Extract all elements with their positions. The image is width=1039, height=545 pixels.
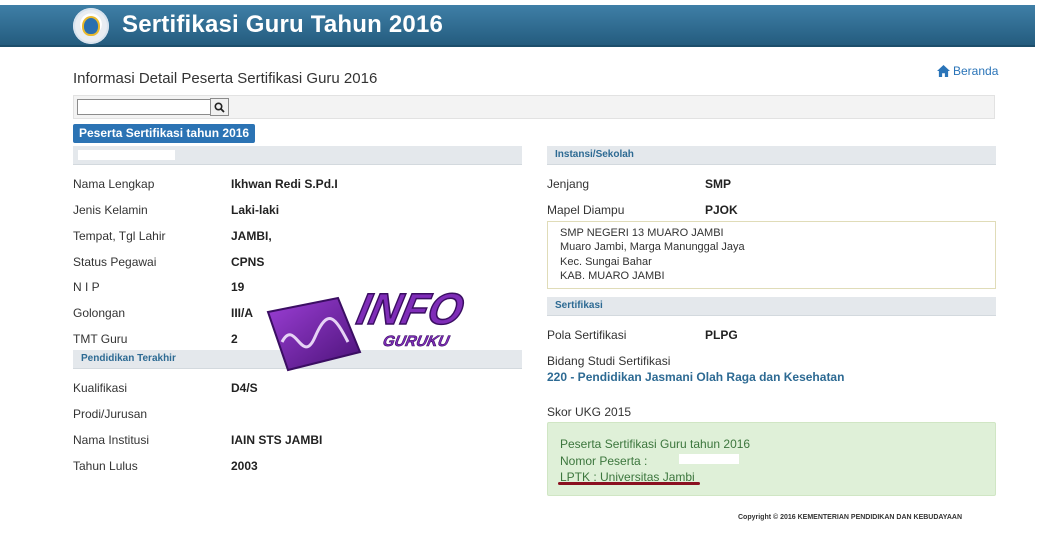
status-line: Peserta Sertifikasi Guru tahun 2016 (560, 437, 751, 451)
field-value: CPNS (231, 255, 265, 269)
certification-status-box: Peserta Sertifikasi Guru tahun 2016 Nomo… (547, 422, 996, 496)
address-line: Muaro Jambi, Marga Manunggal Jaya (560, 241, 745, 253)
status-line: Nomor Peserta : (560, 454, 648, 468)
home-link[interactable]: Beranda (937, 64, 998, 78)
field-value: 2 (231, 332, 238, 346)
field-value: SMP (705, 177, 732, 191)
address-line: KAB. MUARO JAMBI (560, 270, 665, 282)
address-line: Kec. Sungai Bahar (560, 256, 652, 268)
search-bar (73, 95, 995, 119)
field-label: Skor UKG 2015 (547, 405, 632, 419)
field-label: Prodi/Jurusan (73, 407, 148, 421)
home-icon (937, 65, 950, 77)
search-button[interactable] (210, 98, 229, 116)
watermark-text-1: INFO (353, 285, 468, 333)
field-label: Mapel Diampu (547, 203, 625, 217)
field-value: JAMBI, (231, 229, 272, 243)
watermark-text-2: GURUKU (381, 333, 451, 350)
field-label: Pola Sertifikasi (547, 328, 627, 342)
field-label: TMT Guru (73, 332, 128, 346)
field-label: Kualifikasi (73, 381, 128, 395)
highlight-underline (558, 482, 700, 485)
field-value: Ikhwan Redi S.Pd.I (231, 177, 338, 191)
search-input[interactable] (77, 99, 211, 115)
field-label: Tahun Lulus (73, 459, 138, 473)
bidang-studi-value: 220 - Pendidikan Jasmani Olah Raga dan K… (547, 370, 845, 384)
field-label: Jenis Kelamin (73, 203, 148, 217)
field-label: Nama Institusi (73, 433, 150, 447)
field-value: 2003 (231, 459, 258, 473)
field-label: N I P (73, 280, 100, 294)
school-address-box: SMP NEGERI 13 MUARO JAMBI Muaro Jambi, M… (547, 221, 996, 289)
field-label: Status Pegawai (73, 255, 157, 269)
app-header: Sertifikasi Guru Tahun 2016 (0, 5, 1035, 47)
field-value: PJOK (705, 203, 738, 217)
school-section-header: Instansi/Sekolah (547, 146, 996, 165)
app-title: Sertifikasi Guru Tahun 2016 (122, 11, 444, 38)
redacted-number (679, 454, 739, 464)
field-value: PLPG (705, 328, 738, 342)
search-icon (214, 101, 225, 113)
ministry-logo-icon (73, 8, 109, 44)
field-label: Tempat, Tgl Lahir (73, 229, 166, 243)
education-section-header: Pendidikan Terakhir (73, 350, 522, 369)
footer-copyright: Copyright © 2016 KEMENTERIAN PENDIDIKAN … (738, 514, 963, 521)
field-value: 19 (231, 280, 245, 294)
field-label: Nama Lengkap (73, 177, 155, 191)
redacted-name (78, 150, 175, 160)
address-line: SMP NEGERI 13 MUARO JAMBI (560, 227, 724, 239)
field-label: Golongan (73, 306, 126, 320)
field-value: IAIN STS JAMBI (231, 433, 323, 447)
field-value: D4/S (231, 381, 258, 395)
field-value: III/A (231, 306, 254, 320)
home-link-label: Beranda (953, 64, 999, 78)
certification-section-header: Sertifikasi (547, 297, 996, 316)
field-value: Laki-laki (231, 203, 280, 217)
page-title: Informasi Detail Peserta Sertifikasi Gur… (73, 70, 378, 87)
field-label: Jenjang (547, 177, 590, 191)
tab-peserta-sertifikasi[interactable]: Peserta Sertifikasi tahun 2016 (73, 124, 256, 143)
field-label: Bidang Studi Sertifikasi (547, 354, 671, 368)
